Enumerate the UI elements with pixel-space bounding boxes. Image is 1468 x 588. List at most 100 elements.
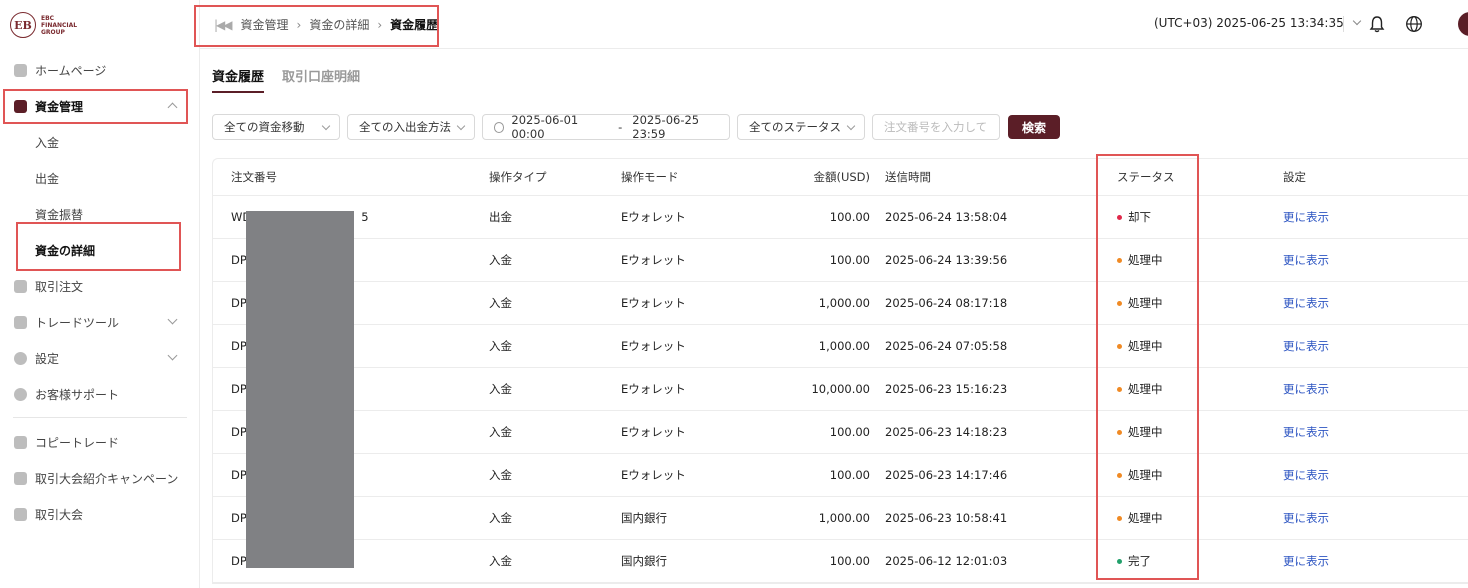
operation-mode: Eウォレット — [621, 253, 686, 267]
timezone-selector[interactable]: (UTC+03) 2025-06-25 13:34:35 — [1154, 16, 1361, 30]
status-dot-icon — [1117, 257, 1122, 263]
show-more-link[interactable]: 更に表示 — [1283, 368, 1329, 410]
table-row: DP 入金 Eウォレット 100.00 2025-06-23 14:17:46 … — [213, 454, 1468, 497]
order-number-placeholder: 注文番号を入力して — [884, 120, 988, 134]
redaction-block — [246, 211, 354, 568]
breadcrumb-separator-icon: › — [377, 17, 383, 32]
globe-icon[interactable] — [1405, 15, 1423, 33]
status-select[interactable]: 全てのステータス — [737, 114, 865, 140]
status-badge: 処理中 — [1117, 411, 1163, 453]
sent-time: 2025-06-24 08:17:18 — [885, 296, 1008, 310]
operation-type: 入金 — [489, 382, 512, 396]
status-dot-icon — [1117, 515, 1122, 521]
clock-icon — [494, 121, 505, 133]
movement-select[interactable]: 全ての資金移動 — [212, 114, 340, 140]
show-more-link[interactable]: 更に表示 — [1283, 196, 1329, 238]
operation-mode: Eウォレット — [621, 210, 686, 224]
sidebar-item-funds[interactable]: 資金管理 — [0, 88, 200, 124]
table-row: DP 入金 Eウォレット 1,000.00 2025-06-24 07:05:5… — [213, 325, 1468, 368]
sidebar-item-contest-campaign[interactable]: 取引大会紹介キャンペーン — [0, 460, 200, 496]
header-divider — [1343, 16, 1344, 32]
operation-type: 入金 — [489, 425, 512, 439]
show-more-link[interactable]: 更に表示 — [1283, 239, 1329, 281]
order-number-input[interactable]: 注文番号を入力して — [872, 114, 1000, 140]
bell-icon[interactable] — [1368, 15, 1386, 33]
table-row: DP 入金 国内銀行 100.00 2025-06-12 12:01:03 完了… — [213, 540, 1468, 583]
status-badge: 処理中 — [1117, 368, 1163, 410]
col-sent-time: 送信時間 — [885, 170, 931, 184]
cube-icon — [14, 315, 27, 329]
chevron-down-icon — [846, 121, 856, 131]
sent-time: 2025-06-23 15:16:23 — [885, 382, 1008, 396]
col-settings: 設定 — [1283, 170, 1306, 184]
sidebar-item-label: 取引大会紹介キャンペーン — [35, 471, 179, 486]
operation-type: 入金 — [489, 511, 512, 525]
sidebar-item-deposit[interactable]: 入金 — [0, 124, 200, 160]
operation-type: 入金 — [489, 296, 512, 310]
sidebar-item-label: トレードツール — [35, 315, 120, 330]
sidebar-item-copy-trade[interactable]: コピートレード — [0, 424, 200, 460]
sidebar-item-withdraw[interactable]: 出金 — [0, 160, 200, 196]
sidebar-item-fund-details[interactable]: 資金の詳細 — [0, 232, 200, 268]
sent-time: 2025-06-23 14:18:23 — [885, 425, 1008, 439]
sidebar-nav: ホームページ 資金管理 入金 出金 資金振替 資金の詳細 取引注文 トレードツー… — [0, 52, 200, 532]
chart-icon — [14, 279, 27, 293]
operation-type: 入金 — [489, 339, 512, 353]
operation-mode: Eウォレット — [621, 296, 686, 310]
tab-account-statement[interactable]: 取引口座明細 — [282, 66, 360, 93]
chevron-down-icon — [456, 121, 466, 131]
status-badge: 却下 — [1117, 196, 1151, 238]
breadcrumb-item[interactable]: 資金の詳細 — [309, 16, 369, 33]
help-icon — [14, 387, 27, 401]
logo[interactable]: EB EBC FINANCIAL GROUP — [10, 12, 77, 38]
sent-time: 2025-06-12 12:01:03 — [885, 554, 1008, 568]
status-dot-icon — [1117, 429, 1122, 435]
status-badge: 処理中 — [1117, 282, 1163, 324]
date-range-picker[interactable]: 2025-06-01 00:00 - 2025-06-25 23:59 — [482, 113, 730, 141]
amount: 10,000.00 — [811, 382, 870, 396]
sidebar-item-trade-tools[interactable]: トレードツール — [0, 304, 200, 340]
sidebar-item-transfer[interactable]: 資金振替 — [0, 196, 200, 232]
sidebar-divider — [13, 417, 187, 418]
sent-time: 2025-06-23 10:58:41 — [885, 511, 1008, 525]
method-select[interactable]: 全ての入出金方法 — [347, 114, 475, 140]
col-status: ステータス — [1117, 170, 1175, 184]
sidebar-item-orders[interactable]: 取引注文 — [0, 268, 200, 304]
sidebar-item-home[interactable]: ホームページ — [0, 52, 200, 88]
sidebar-item-contest[interactable]: 取引大会 — [0, 496, 200, 532]
chevron-down-icon — [167, 314, 178, 325]
chevron-down-icon — [167, 350, 178, 361]
breadcrumb-current: 資金履歴 — [390, 18, 439, 32]
show-more-link[interactable]: 更に表示 — [1283, 411, 1329, 453]
back-icon[interactable]: |◀◀ — [214, 18, 232, 32]
show-more-link[interactable]: 更に表示 — [1283, 282, 1329, 324]
status-select-value: 全てのステータス — [749, 120, 841, 134]
show-more-link[interactable]: 更に表示 — [1283, 454, 1329, 496]
search-button[interactable]: 検索 — [1008, 115, 1060, 139]
status-dot-icon — [1117, 214, 1122, 220]
amount: 1,000.00 — [818, 511, 870, 525]
sidebar-item-support[interactable]: お客様サポート — [0, 376, 200, 412]
chevron-down-icon — [1352, 16, 1361, 26]
sidebar-item-label: 設定 — [35, 351, 60, 366]
movement-select-value: 全ての資金移動 — [224, 120, 305, 134]
sent-time: 2025-06-24 13:58:04 — [885, 210, 1008, 224]
show-more-link[interactable]: 更に表示 — [1283, 325, 1329, 367]
status-badge: 完了 — [1117, 540, 1151, 582]
status-dot-icon — [1117, 386, 1122, 392]
date-end: 2025-06-25 23:59 — [632, 113, 700, 141]
operation-mode: 国内銀行 — [621, 554, 667, 568]
sidebar-item-label: 資金管理 — [35, 99, 84, 114]
avatar[interactable] — [1458, 12, 1468, 36]
amount: 100.00 — [829, 253, 870, 267]
tab-fund-history[interactable]: 資金履歴 — [212, 66, 265, 93]
col-operation-mode: 操作モード — [621, 170, 679, 184]
breadcrumb: |◀◀ 資金管理 › 資金の詳細 › 資金履歴 — [214, 16, 438, 33]
timezone-label: (UTC+03) 2025-06-25 13:34:35 — [1154, 16, 1344, 30]
sidebar-item-settings[interactable]: 設定 — [0, 340, 200, 376]
show-more-link[interactable]: 更に表示 — [1283, 497, 1329, 539]
logo-mark: EB — [10, 12, 36, 38]
status-dot-icon — [1117, 343, 1122, 349]
show-more-link[interactable]: 更に表示 — [1283, 540, 1329, 582]
breadcrumb-item[interactable]: 資金管理 — [241, 16, 289, 33]
